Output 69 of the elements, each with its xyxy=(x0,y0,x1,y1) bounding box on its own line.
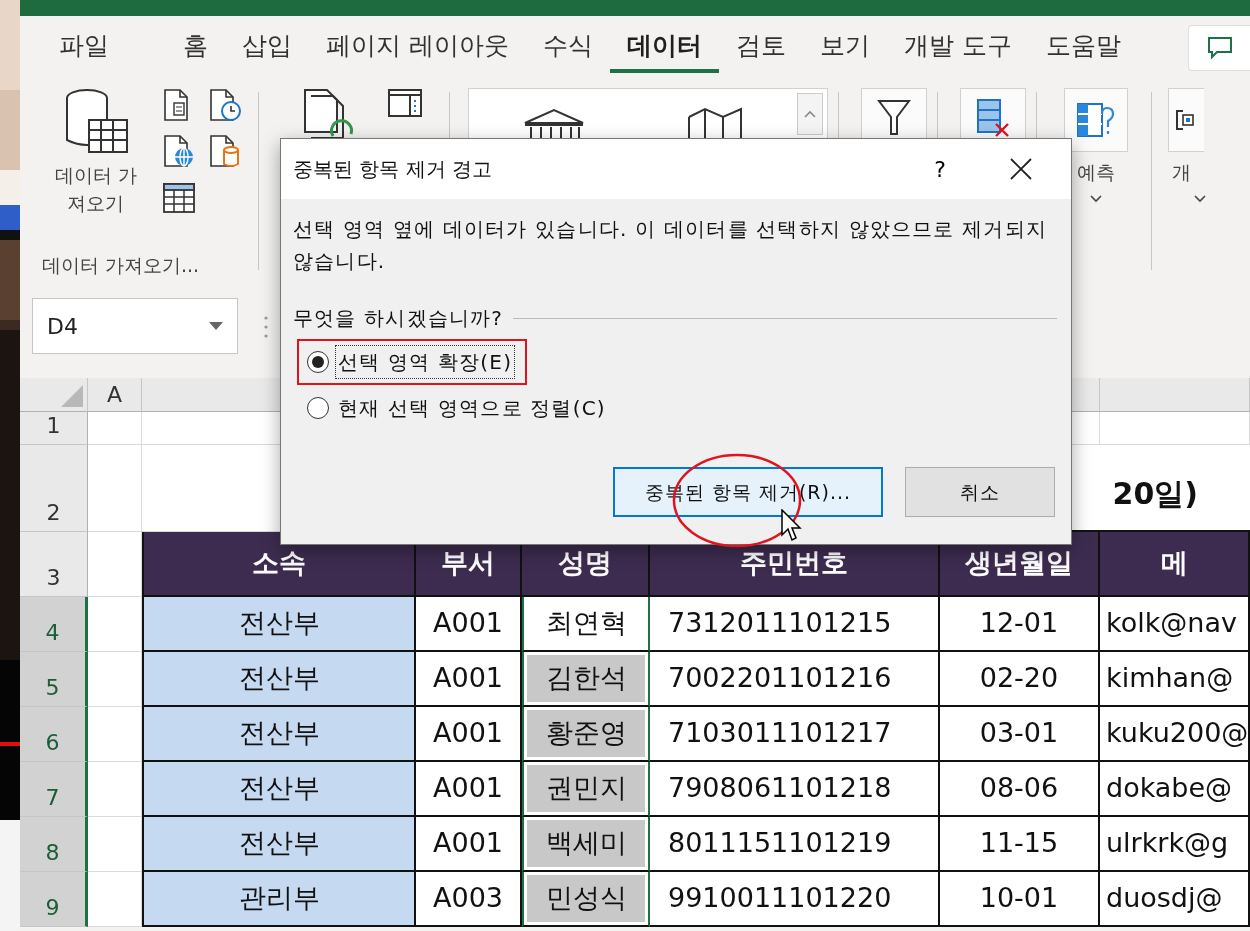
table-cell: 7103011101217 xyxy=(650,707,940,762)
table-cell: 민성식 xyxy=(522,872,650,927)
row-header[interactable]: 9 xyxy=(20,872,88,927)
row-header[interactable]: 2 xyxy=(20,445,88,532)
row-header[interactable]: 8 xyxy=(20,817,88,872)
table-cell: 02-20 xyxy=(940,652,1100,707)
table-cell: dokabe@ xyxy=(1100,762,1250,817)
table-cell: 7908061101218 xyxy=(650,762,940,817)
table-cell: A001 xyxy=(416,597,522,652)
option-label[interactable]: 선택 영역 확장(E) xyxy=(335,345,516,379)
row-header[interactable]: 7 xyxy=(20,762,88,817)
ribbon-tab[interactable]: 보기 xyxy=(802,23,887,73)
column-header[interactable]: A xyxy=(88,378,142,412)
ribbon-tab[interactable]: 홈 xyxy=(166,23,225,73)
dialog-button[interactable]: 취소 xyxy=(905,467,1055,517)
table-cell: 08-06 xyxy=(940,762,1100,817)
table-cell: 8011151101219 xyxy=(650,817,940,872)
get-data-button[interactable]: 데이터 가 져오기 xyxy=(38,88,154,218)
question-label: 무엇을 하시겠습니까? xyxy=(293,305,504,332)
dialog-title: 중복된 항목 제거 경고 xyxy=(293,156,493,183)
table-cell: 전산부 xyxy=(142,652,416,707)
table-cell: kuku200@ xyxy=(1100,707,1250,762)
row-header[interactable]: 4 xyxy=(20,597,88,652)
table-cell: 10-01 xyxy=(940,872,1100,927)
ribbon-tab[interactable]: 삽입 xyxy=(225,23,309,73)
table-cell: 전산부 xyxy=(142,762,416,817)
ribbon-tab[interactable]: 데이터 xyxy=(609,23,719,73)
table-cell: A001 xyxy=(416,762,522,817)
group-label: 개 xyxy=(1172,160,1191,185)
name-box[interactable]: D4 xyxy=(32,298,238,354)
table-cell: 전산부 xyxy=(142,597,416,652)
group-label: 예측 xyxy=(1077,160,1115,185)
table-cell: 9910011101220 xyxy=(650,872,940,927)
table-cell: 12-01 xyxy=(940,597,1100,652)
ribbon-tab[interactable]: 페이지 레이아웃 xyxy=(309,23,526,73)
table-cell: A003 xyxy=(416,872,522,927)
ribbon-tab[interactable]: 개발 도구 xyxy=(886,23,1029,73)
row-header[interactable]: 6 xyxy=(20,707,88,762)
ribbon-tab[interactable]: 수식 xyxy=(525,23,610,73)
row-header[interactable]: 3 xyxy=(20,532,88,597)
row-header[interactable]: 5 xyxy=(20,652,88,707)
table-cell: kolk@nav xyxy=(1100,597,1250,652)
dialog-message: 선택 영역 옆에 데이터가 있습니다. 이 데이터를 선택하지 않았으므로 제거되지 않습니다. xyxy=(293,216,1048,275)
table-cell: 03-01 xyxy=(940,707,1100,762)
table-cell: kimhan@ xyxy=(1100,652,1250,707)
ribbon-tab[interactable]: 도움말 xyxy=(1028,23,1138,73)
ribbon-tab[interactable]: 검토 xyxy=(718,23,803,73)
group-label: 데이터 가져오기... xyxy=(41,253,201,278)
table-cell: 11-15 xyxy=(940,817,1100,872)
ribbon-tab[interactable]: 파일 xyxy=(42,23,126,73)
table-cell: 전산부 xyxy=(142,707,416,762)
table-cell: A001 xyxy=(416,707,522,762)
table-cell: A001 xyxy=(416,652,522,707)
table-cell: duosdj@ xyxy=(1100,872,1250,927)
table-cell: 백세미 xyxy=(522,817,650,872)
table-cell: 7002201101216 xyxy=(650,652,940,707)
table-cell: ulrkrk@g xyxy=(1100,817,1250,872)
table-cell: 김한석 xyxy=(522,652,650,707)
table-cell: 관리부 xyxy=(142,872,416,927)
table-cell: 황준영 xyxy=(522,707,650,762)
help-button[interactable]: ? xyxy=(915,147,965,191)
option-label[interactable]: 현재 선택 영역으로 정렬(C) xyxy=(335,391,609,425)
table-cell: 권민지 xyxy=(522,762,650,817)
row-header[interactable]: 1 xyxy=(20,412,88,445)
table-cell: 7312011101215 xyxy=(650,597,940,652)
table-cell: 전산부 xyxy=(142,817,416,872)
table-cell: A001 xyxy=(416,817,522,872)
column-heading: 메 xyxy=(1100,532,1250,597)
table-cell: 최연혁 xyxy=(522,597,650,652)
